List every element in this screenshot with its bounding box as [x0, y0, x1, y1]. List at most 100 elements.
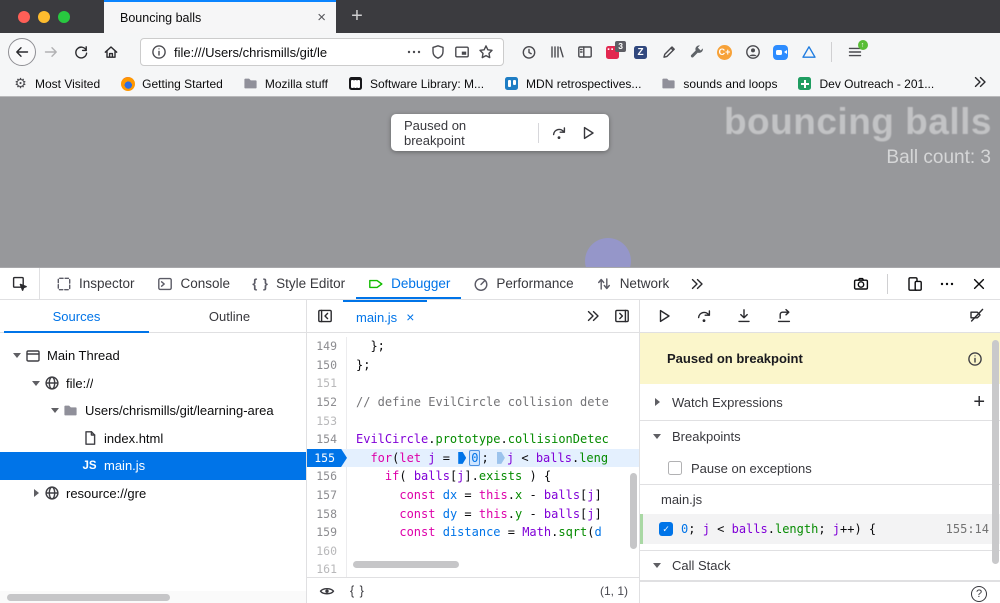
developer-wrench-icon[interactable] [688, 44, 705, 61]
breakpoint-entry[interactable]: ✓ 0; j < balls.length; j++) { 155:14 [640, 514, 1000, 544]
tree-row-main-js[interactable]: JSmain.js [0, 452, 306, 480]
devtools-tab-inspector[interactable]: Inspector [44, 268, 146, 299]
bookmark-item[interactable]: Mozilla stuff [242, 75, 328, 92]
history-icon[interactable] [520, 44, 537, 61]
step-out-button[interactable] [775, 308, 792, 325]
devtools-tab-performance[interactable]: Performance [461, 268, 584, 299]
caret-down-icon[interactable] [650, 434, 664, 439]
pick-element-button[interactable] [0, 268, 40, 299]
tree-row-index-html[interactable]: index.html [0, 425, 306, 453]
url-bar[interactable]: file:///Users/chrismills/git/le [140, 38, 504, 66]
expand-panel-icon[interactable] [613, 308, 630, 325]
code-line-text[interactable]: EvilCircle.prototype.collisionDetec [347, 432, 609, 446]
sources-hscrollbar-thumb[interactable] [7, 594, 170, 601]
overlay-resume-icon[interactable] [580, 124, 596, 141]
reload-button[interactable] [66, 37, 96, 67]
zoom-window-button[interactable] [58, 11, 70, 23]
notes-pencil-icon[interactable] [660, 44, 677, 61]
forward-button[interactable] [36, 37, 66, 67]
gutter-cell[interactable]: 159 [307, 523, 347, 542]
code-line-text[interactable]: const dx = this.x - balls[j] [347, 488, 602, 502]
gutter-cell[interactable]: 161 [307, 560, 347, 577]
code-line-text[interactable]: }; [347, 339, 385, 353]
devtools-tab-network[interactable]: Network [585, 268, 681, 299]
minimize-window-button[interactable] [38, 11, 50, 23]
tree-row-main-thread[interactable]: Main Thread [0, 342, 306, 370]
editor-vscrollbar-thumb[interactable] [630, 473, 637, 549]
overlay-step-over-icon[interactable] [551, 124, 567, 141]
tree-row-users-chrismills-git-learning-area[interactable]: Users/chrismills/git/learning-area [0, 397, 306, 425]
pause-on-exceptions-row[interactable]: Pause on exceptions [640, 452, 1000, 485]
devtools-menu-icon[interactable] [938, 275, 955, 292]
caret-down-icon[interactable] [10, 353, 24, 358]
devtools-tab-console[interactable]: Console [146, 268, 242, 299]
gutter-cell[interactable]: 160 [307, 542, 347, 561]
browser-tab[interactable]: Bouncing balls × [104, 0, 336, 33]
extension-badge-icon[interactable]: ···3 [604, 44, 621, 61]
prettify-button[interactable]: { } [350, 584, 365, 598]
devtools-tab-debugger[interactable]: Debugger [356, 268, 461, 299]
library-icon[interactable] [548, 44, 565, 61]
add-watch-expression-button[interactable]: + [973, 392, 985, 412]
devtools-close-icon[interactable] [970, 275, 987, 292]
editor-tab-mainjs[interactable]: main.js × [343, 300, 427, 332]
watch-expressions-header[interactable]: Watch Expressions + [640, 384, 1000, 421]
eye-icon[interactable] [318, 582, 335, 599]
code-line-text[interactable]: if( balls[j].exists ) { [347, 469, 551, 483]
code-line-text[interactable]: const distance = Math.sqrt(d [347, 525, 602, 539]
gutter-cell[interactable]: 156 [307, 467, 347, 486]
code-editor[interactable]: 149 };150};151152// define EvilCircle co… [307, 333, 639, 577]
caret-down-icon[interactable] [29, 381, 43, 386]
site-info-icon[interactable] [150, 44, 167, 61]
gutter-cell[interactable]: 157 [307, 486, 347, 505]
contrast-checker-icon[interactable]: C+ [716, 44, 733, 61]
column-breakpoint-marker[interactable] [458, 452, 466, 464]
call-stack-header[interactable]: Call Stack [640, 550, 1000, 581]
accessibility-triangle-icon[interactable] [800, 44, 817, 61]
hamburger-menu-icon[interactable]: ↑ [846, 44, 863, 61]
tab-close-icon[interactable]: × [317, 10, 326, 25]
back-button[interactable] [8, 38, 36, 66]
breakpoint-checkbox[interactable]: ✓ [659, 522, 673, 536]
collapse-panel-button[interactable] [307, 300, 343, 332]
breakpoints-header[interactable]: Breakpoints [640, 421, 1000, 452]
caret-right-icon[interactable] [650, 398, 664, 406]
screenshot-camera-icon[interactable] [852, 275, 869, 292]
url-text[interactable]: file:///Users/chrismills/git/le [174, 45, 398, 60]
bookmark-item[interactable]: Dev Outreach - 201... [796, 75, 934, 92]
home-button[interactable] [96, 37, 126, 67]
gutter-cell[interactable]: 154 [307, 430, 347, 449]
breakpoint-source-heading[interactable]: main.js [640, 485, 1000, 514]
step-in-button[interactable] [735, 308, 752, 325]
page-actions-icon[interactable] [405, 44, 422, 61]
editor-hscrollbar-thumb[interactable] [353, 561, 459, 568]
tab-outline[interactable]: Outline [153, 300, 306, 332]
bookmark-item[interactable]: sounds and loops [660, 75, 777, 92]
new-tab-button[interactable]: + [336, 0, 378, 33]
bookmark-item[interactable]: Getting Started [119, 75, 223, 92]
info-icon[interactable] [966, 350, 983, 367]
gutter-cell[interactable]: 150 [307, 356, 347, 375]
code-line-text[interactable]: // define EvilCircle collision dete [347, 395, 609, 409]
gutter-cell[interactable]: 153 [307, 411, 347, 430]
tree-row-resource-gre[interactable]: resource://gre [0, 480, 306, 508]
tree-row-file-[interactable]: file:// [0, 370, 306, 398]
gutter-cell[interactable]: 149 [307, 337, 347, 356]
responsive-mode-icon[interactable] [906, 275, 923, 292]
debugger-vscrollbar-thumb[interactable] [992, 340, 999, 564]
devtools-tab-style-editor[interactable]: { }Style Editor [241, 268, 356, 299]
caret-down-icon[interactable] [650, 563, 664, 568]
paused-line-gutter-badge[interactable]: 155 [307, 449, 347, 468]
help-icon[interactable]: ? [971, 586, 987, 602]
resume-button[interactable] [655, 308, 672, 325]
editor-tab-close-icon[interactable]: × [406, 309, 414, 325]
gutter-cell[interactable]: 151 [307, 374, 347, 393]
account-icon[interactable] [744, 44, 761, 61]
zotero-icon[interactable]: Z [632, 44, 649, 61]
caret-down-icon[interactable] [48, 408, 62, 413]
tab-sources[interactable]: Sources [0, 300, 153, 332]
column-breakpoint-marker[interactable] [497, 452, 505, 464]
close-window-button[interactable] [18, 11, 30, 23]
shield-icon[interactable] [429, 44, 446, 61]
code-line-text[interactable]: for(let j = 0; j < balls.leng [347, 451, 608, 465]
